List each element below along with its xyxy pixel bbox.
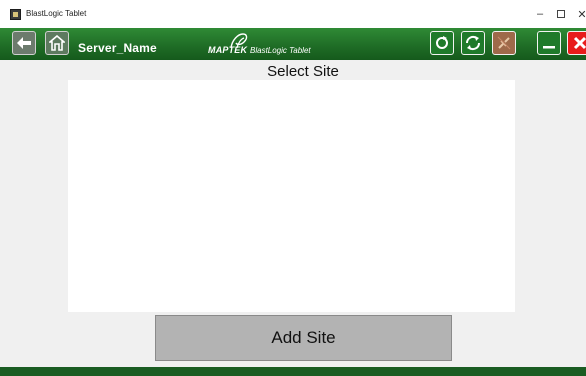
logo-brand: MAPTEK	[208, 45, 248, 55]
sync-button[interactable]	[461, 31, 485, 55]
exit-button[interactable]	[567, 31, 586, 55]
site-list[interactable]	[68, 80, 515, 312]
status-bar	[0, 367, 586, 376]
close-icon	[573, 36, 586, 50]
add-site-button[interactable]: Add Site	[155, 315, 452, 361]
maptek-logo: MAPTEK BlastLogic Tablet	[208, 32, 328, 56]
home-button[interactable]	[45, 31, 69, 55]
title-bar: BlastLogic Tablet – ✕	[0, 0, 586, 28]
logo-product: BlastLogic Tablet	[250, 46, 311, 55]
server-name: Server_Name	[78, 41, 157, 55]
sync-icon	[465, 35, 481, 51]
refresh-icon	[436, 36, 448, 49]
toolbar: Server_Name MAPTEK BlastLogic Tablet	[0, 28, 586, 60]
refresh-button[interactable]	[430, 31, 454, 55]
home-icon	[49, 35, 65, 51]
window-close-button[interactable]: ✕	[570, 4, 586, 24]
disconnect-icon	[497, 36, 511, 50]
back-arrow-icon	[17, 37, 31, 49]
maximize-icon	[557, 10, 565, 18]
app-window: BlastLogic Tablet – ✕ Server_Name MAPTEK…	[0, 0, 586, 376]
disconnect-button[interactable]	[492, 31, 516, 55]
minimize-app-button[interactable]	[537, 31, 561, 55]
minimize-icon	[543, 46, 555, 49]
window-title: BlastLogic Tablet	[26, 9, 87, 18]
app-icon	[10, 9, 21, 20]
back-button[interactable]	[12, 31, 36, 55]
page-title: Select Site	[267, 63, 339, 80]
